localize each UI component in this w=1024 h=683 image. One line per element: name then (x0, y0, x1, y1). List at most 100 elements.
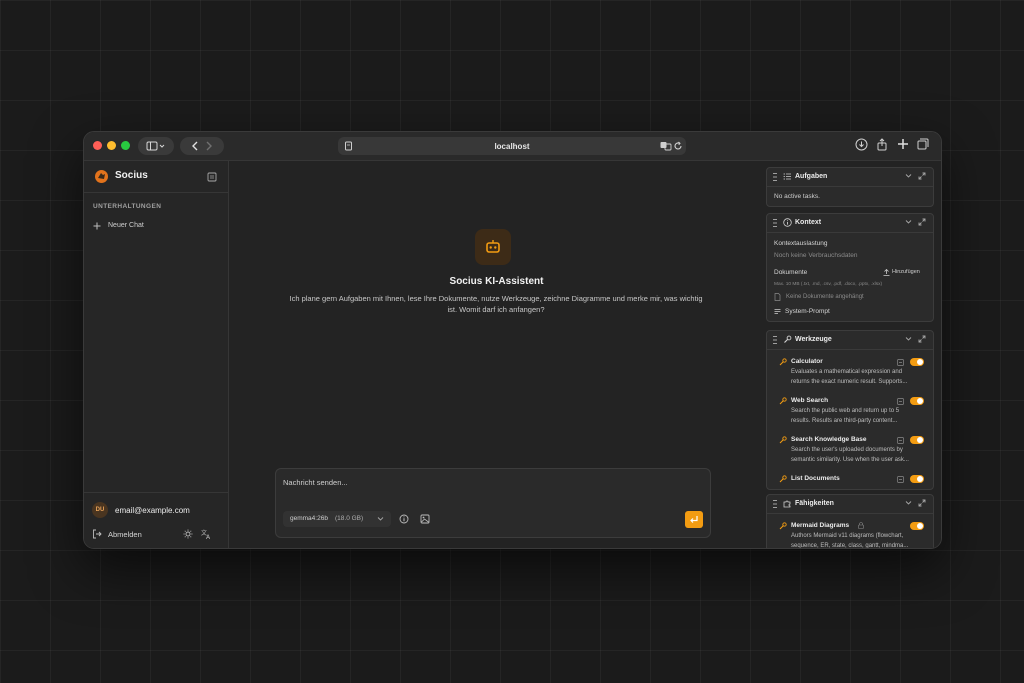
address-bar[interactable]: localhost (338, 137, 686, 155)
tool-description: Search the public web and return up to 5… (791, 408, 900, 424)
wrench-icon (779, 436, 787, 444)
system-prompt-button[interactable]: System-Prompt (774, 307, 854, 316)
expand-icon[interactable] (918, 172, 926, 180)
sidebar-toggle-button[interactable] (138, 137, 174, 155)
new-chat-button[interactable]: Neuer Chat (93, 220, 213, 232)
model-name: gemma4:26b (290, 515, 328, 522)
minimize-window-button[interactable] (107, 141, 116, 150)
tool-description: Evaluates a mathematical expression and … (791, 369, 908, 385)
tools-panel-title: Werkzeuge (795, 336, 832, 343)
chevron-down-icon[interactable] (905, 500, 912, 506)
logout-label: Abmelden (108, 530, 142, 539)
history-navigation (180, 137, 224, 155)
model-selector[interactable]: gemma4:26b (18.0 GB) (283, 511, 391, 527)
close-window-button[interactable] (93, 141, 102, 150)
expand-icon[interactable] (918, 499, 926, 507)
add-document-button[interactable]: Hinzufügen (883, 268, 929, 277)
chevron-down-icon (377, 517, 384, 521)
context-usage-label: Kontextauslastung (774, 240, 828, 247)
wrench-icon (779, 522, 787, 530)
model-size: (18.0 GB) (335, 515, 364, 522)
tool-settings-icon[interactable] (897, 359, 904, 366)
expand-icon[interactable] (918, 218, 926, 226)
theme-toggle-icon[interactable] (183, 529, 193, 539)
document-icon (774, 293, 781, 301)
drag-handle-icon[interactable] (773, 336, 777, 344)
tool-toggle[interactable] (910, 358, 924, 366)
user-menu[interactable]: DU email@example.com (92, 502, 222, 518)
reload-icon[interactable] (673, 141, 683, 151)
skill-toggle[interactable] (910, 522, 924, 530)
tool-toggle[interactable] (910, 475, 924, 483)
wrench-icon (784, 335, 792, 343)
chevron-down-icon[interactable] (905, 219, 912, 225)
tool-toggle[interactable] (910, 436, 924, 444)
drag-handle-icon[interactable] (773, 219, 777, 227)
system-prompt-label: System-Prompt (785, 308, 830, 315)
tab-overview-icon (917, 138, 929, 150)
url-text: localhost (494, 141, 530, 151)
documents-label: Dokumente (774, 269, 808, 276)
share-icon (877, 138, 887, 151)
language-icon[interactable]: 文 A (201, 529, 212, 539)
chevron-down-icon[interactable] (905, 173, 912, 179)
tool-name: Calculator (791, 358, 823, 365)
welcome-text: Ich plane gern Aufgaben mit Ihnen, lese … (289, 294, 703, 314)
sidebar: Socius UNTERHALTUNGEN Neuer Chat DU emai… (84, 161, 229, 548)
context-panel-header[interactable]: Kontext (767, 214, 933, 233)
downloads-button[interactable] (855, 138, 868, 151)
chat-main: Socius KI-Assistent Ich plane gern Aufga… (229, 161, 764, 548)
tool-name: List Documents (791, 475, 840, 482)
page-menu-icon[interactable] (344, 141, 354, 151)
tools-panel-header[interactable]: Werkzeuge (767, 331, 933, 350)
tool-settings-icon[interactable] (897, 476, 904, 483)
zoom-window-button[interactable] (121, 141, 130, 150)
sidebar-icon (146, 141, 165, 151)
upload-icon (883, 269, 890, 276)
image-attach-icon[interactable] (420, 514, 430, 524)
back-icon[interactable] (188, 141, 202, 151)
expand-icon[interactable] (918, 335, 926, 343)
skills-panel: Fähigkeiten Mermaid Diagrams Authors Mer… (766, 494, 934, 548)
svg-text:A: A (206, 534, 211, 539)
conversations-heading: UNTERHALTUNGEN (93, 203, 162, 210)
tool-settings-icon[interactable] (897, 437, 904, 444)
info-icon (783, 218, 792, 227)
drag-handle-icon[interactable] (773, 500, 777, 508)
tasks-panel: Aufgaben No active tasks. (766, 167, 934, 207)
tasks-empty-text: No active tasks. (774, 193, 820, 200)
message-input[interactable]: Nachricht senden... (283, 478, 348, 487)
collapse-sidebar-icon[interactable] (207, 172, 217, 182)
share-button[interactable] (876, 138, 888, 151)
tool-description: Search the user's uploaded documents by … (791, 447, 909, 463)
skill-name: Mermaid Diagrams (791, 522, 850, 529)
drag-handle-icon[interactable] (773, 173, 777, 181)
tab-overview-button[interactable] (917, 138, 929, 150)
lock-icon (858, 522, 864, 529)
skills-panel-header[interactable]: Fähigkeiten (767, 495, 933, 514)
translate-icon[interactable] (660, 141, 672, 151)
forward-icon[interactable] (202, 141, 216, 151)
tasks-panel-header[interactable]: Aufgaben (767, 168, 933, 187)
wrench-icon (779, 475, 787, 483)
app-logo-icon (95, 170, 108, 183)
tool-name: Search Knowledge Base (791, 436, 867, 443)
info-icon[interactable] (399, 514, 409, 524)
tasks-panel-title: Aufgaben (795, 173, 828, 180)
sidebar-footer-divider (84, 492, 228, 493)
tool-toggle[interactable] (910, 397, 924, 405)
download-icon (855, 138, 868, 151)
context-panel-title: Kontext (795, 219, 822, 226)
new-tab-button[interactable] (897, 138, 909, 150)
enter-icon (690, 516, 698, 523)
plus-icon (898, 139, 908, 149)
composer: Nachricht senden... gemma4:26b (18.0 GB) (275, 468, 711, 538)
tool-settings-icon[interactable] (897, 398, 904, 405)
logout-button[interactable]: Abmelden (92, 528, 162, 540)
app-name: Socius (115, 170, 148, 181)
logout-icon (93, 529, 102, 539)
tools-panel: Werkzeuge Calculator Evaluates a mathema… (766, 330, 934, 490)
chevron-down-icon[interactable] (905, 336, 912, 342)
send-button[interactable] (685, 511, 703, 528)
skill-item-mermaid-diagrams: Mermaid Diagrams Authors Mermaid v11 dia… (779, 522, 925, 548)
